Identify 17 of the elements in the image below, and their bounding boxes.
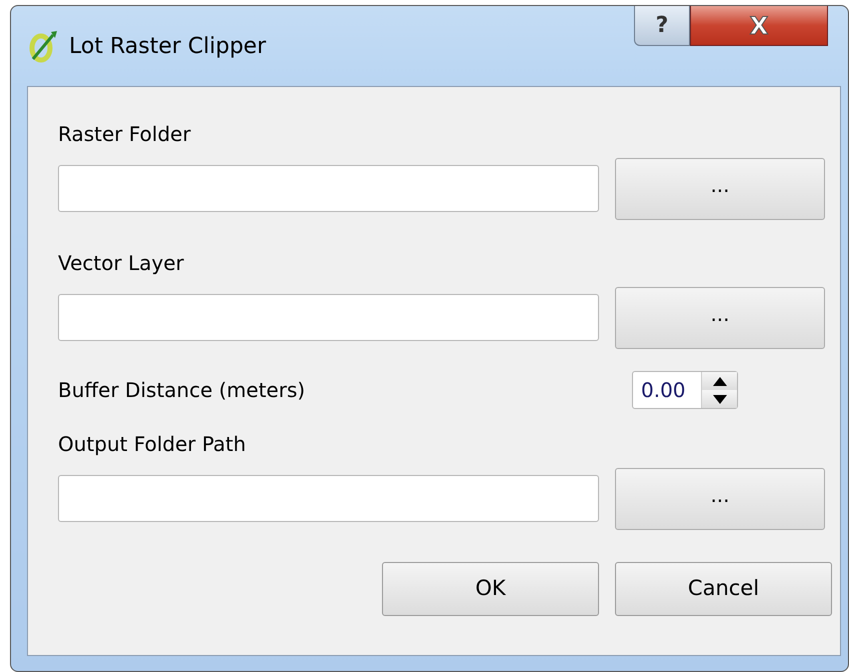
browse-button[interactable]: ... xyxy=(615,468,825,530)
browse-button[interactable]: ... xyxy=(615,158,825,220)
text-field[interactable] xyxy=(58,294,599,341)
number-spinbox[interactable]: 0.00 xyxy=(632,371,738,409)
field-label: Output Folder Path xyxy=(58,431,247,458)
text-field[interactable] xyxy=(58,165,599,212)
app-logo-icon xyxy=(27,29,59,63)
text-field[interactable] xyxy=(58,475,599,522)
window-title: Lot Raster Clipper xyxy=(69,32,266,60)
field-label: Vector Layer xyxy=(58,250,185,277)
browse-button[interactable]: ... xyxy=(615,287,825,349)
field-label: Raster Folder xyxy=(58,121,192,148)
field-label: Buffer Distance (meters) xyxy=(58,377,306,404)
close-button[interactable]: X xyxy=(690,6,828,46)
help-button[interactable]: ? xyxy=(634,6,690,46)
ok-button[interactable]: OK xyxy=(382,562,599,616)
cancel-button[interactable]: Cancel xyxy=(615,562,832,616)
